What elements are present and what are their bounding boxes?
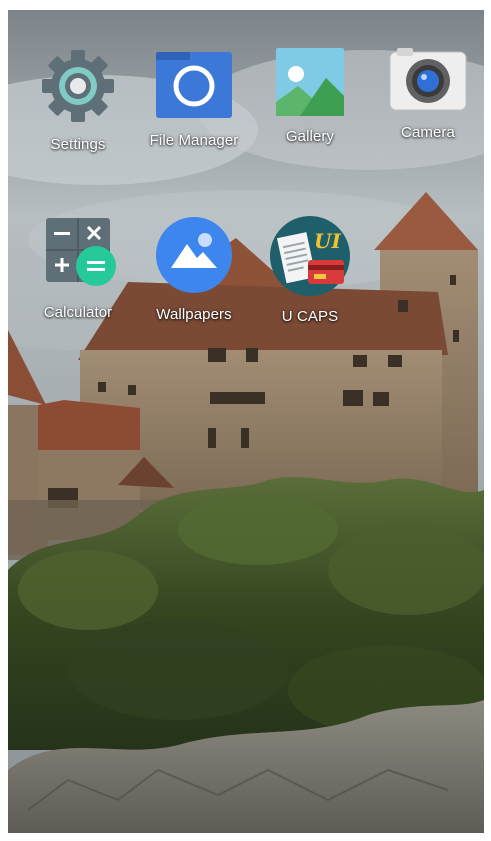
app-label: Camera	[401, 124, 455, 141]
gallery-icon	[269, 48, 351, 116]
app-label: Settings	[50, 136, 106, 153]
app-label: Calculator	[43, 304, 113, 321]
file-manager-icon	[153, 48, 235, 120]
ucaps-logo-text: UI	[314, 229, 341, 253]
app-ucaps[interactable]: UI U CAPS	[254, 178, 366, 325]
ucaps-icon: UI	[269, 216, 351, 296]
calculator-icon	[37, 216, 119, 292]
app-label: U CAPS	[281, 308, 339, 325]
app-gallery[interactable]: Gallery	[254, 10, 366, 145]
gear-icon	[37, 48, 119, 124]
app-wallpapers[interactable]: Wallpapers	[138, 178, 250, 323]
app-settings[interactable]: Settings	[22, 10, 134, 153]
app-calculator[interactable]: Calculator	[22, 178, 134, 321]
app-camera[interactable]: Camera	[372, 10, 484, 141]
app-file-manager[interactable]: File Manager	[138, 10, 250, 149]
camera-icon	[387, 48, 469, 112]
app-label: Wallpapers	[156, 306, 232, 323]
app-label: File Manager	[149, 132, 239, 149]
home-screen: Settings File Manager Gallery Camera Cal…	[8, 10, 484, 833]
app-label: Gallery	[285, 128, 335, 145]
app-grid: Settings File Manager Gallery Camera Cal…	[8, 10, 484, 350]
wallpapers-icon	[153, 216, 235, 294]
